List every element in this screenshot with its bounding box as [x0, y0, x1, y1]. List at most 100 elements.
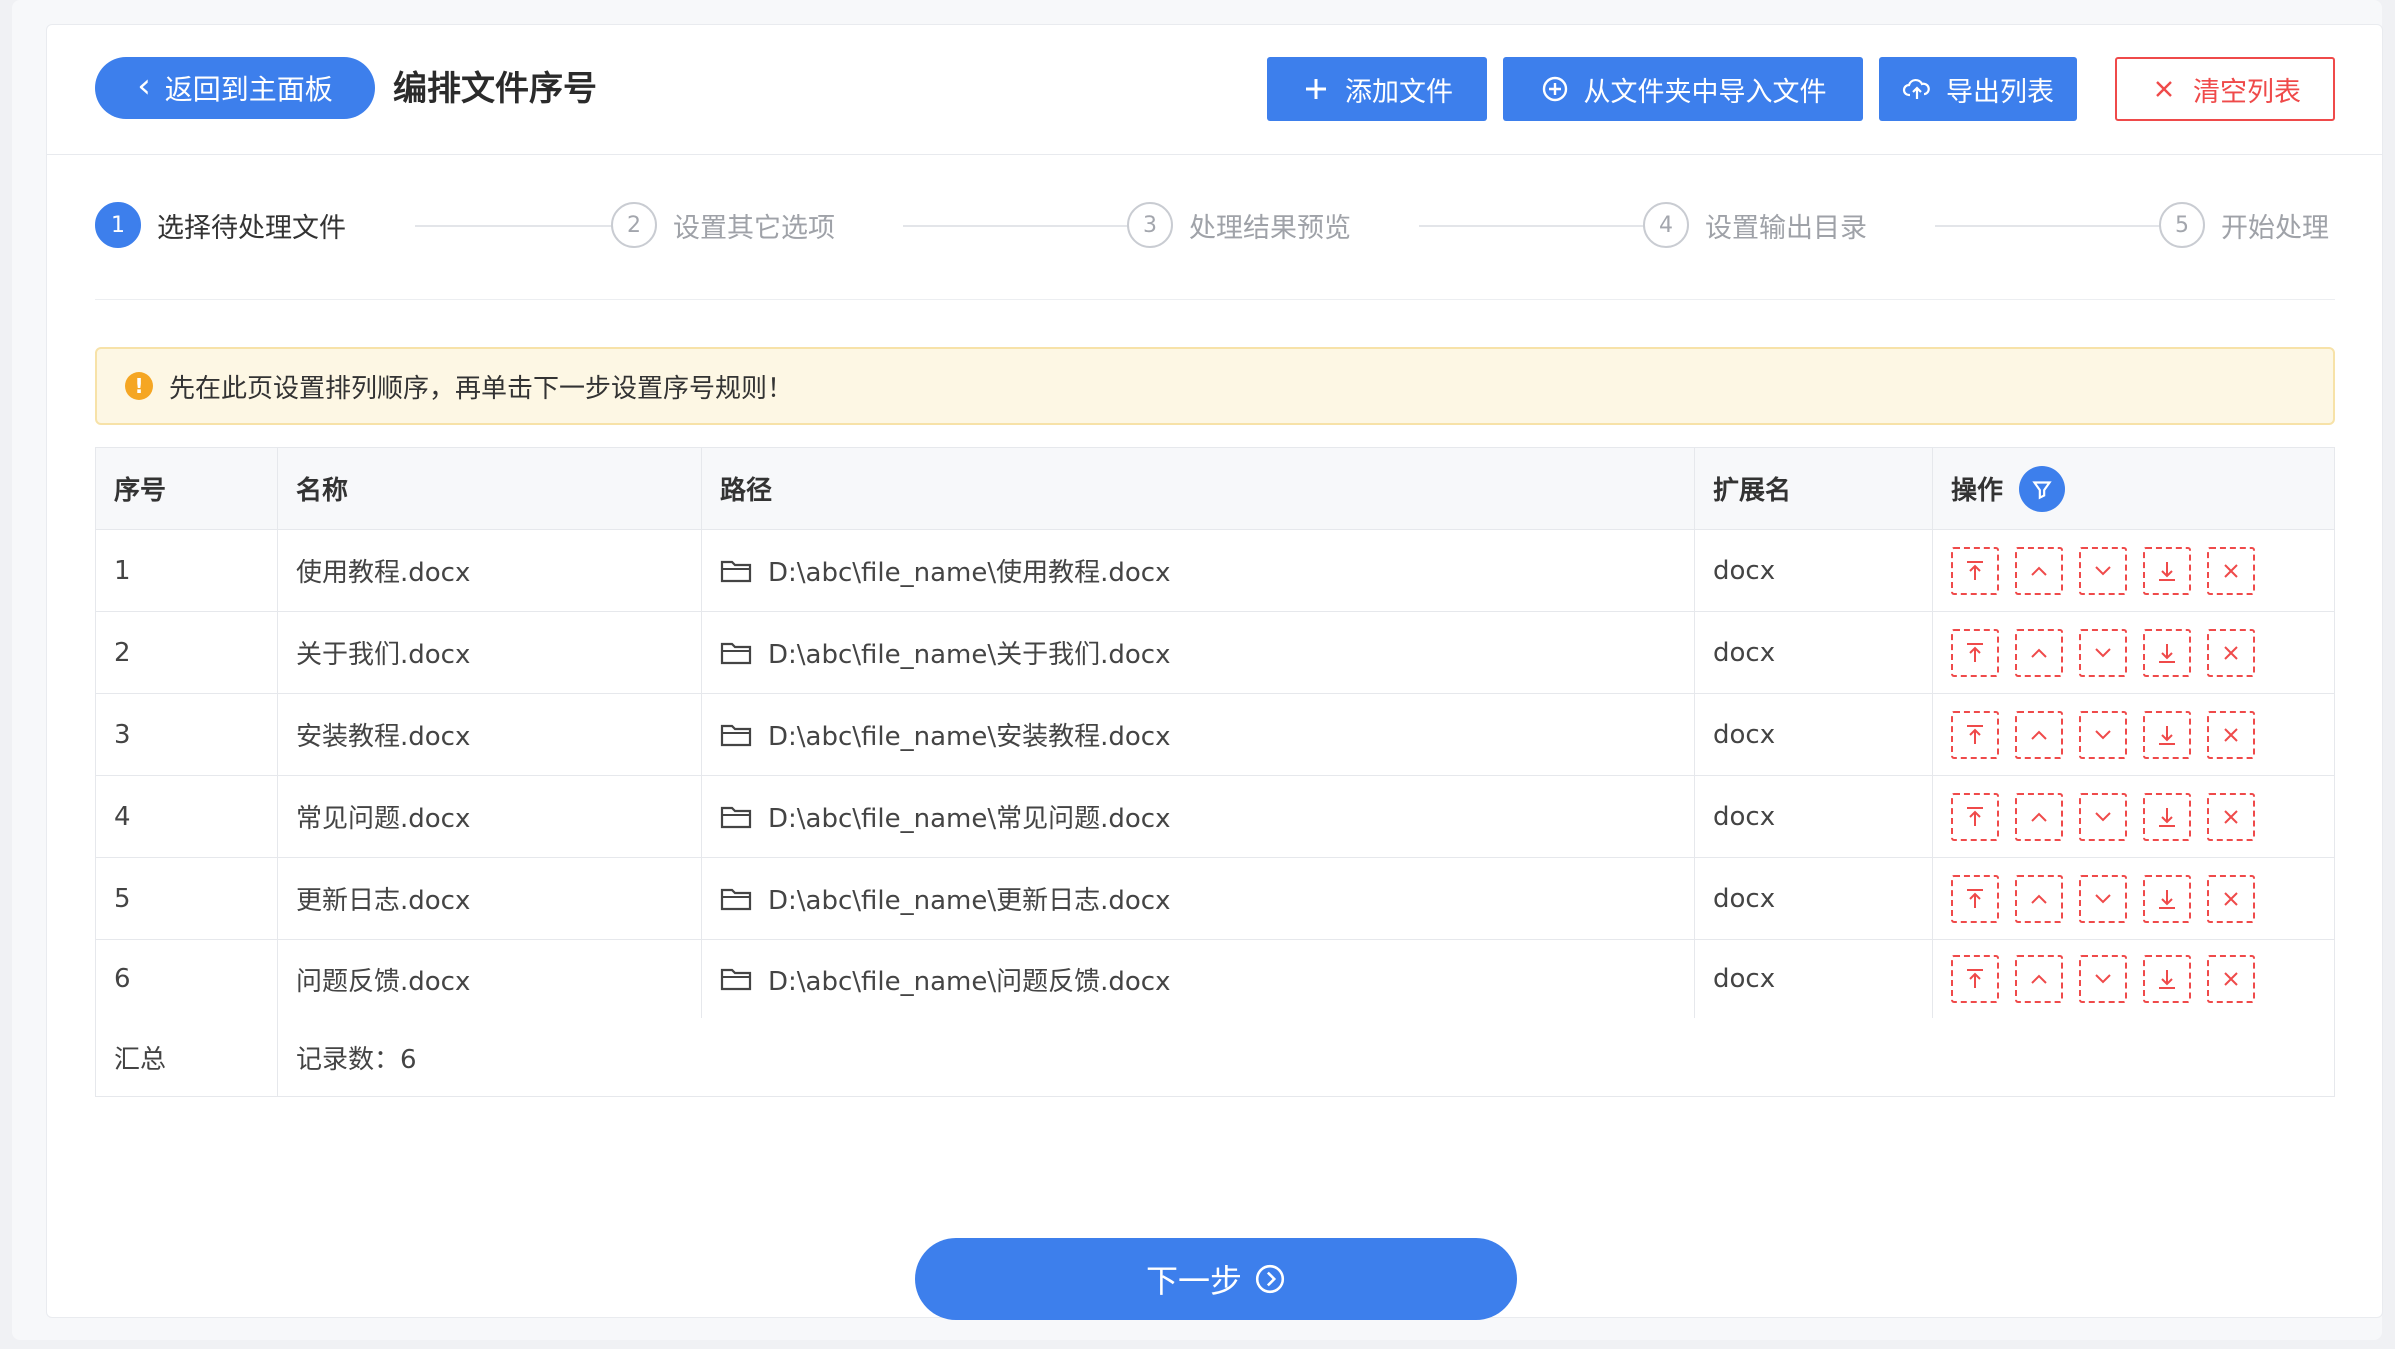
- warning-icon: !: [125, 372, 153, 400]
- cloud-upload-icon: [1902, 78, 1930, 99]
- file-table: 序号 名称 路径 扩展名 操作 1 使用教程.docx D:\abc\file_…: [95, 447, 2335, 1097]
- move-top-icon: [1967, 724, 1983, 744]
- row-operations: [1933, 858, 2334, 939]
- move-up-icon: [2031, 894, 2047, 904]
- table-row[interactable]: 3 安装教程.docx D:\abc\file_name\安装教程.docx d…: [96, 694, 2334, 776]
- row-path-cell: D:\abc\file_name\安装教程.docx: [702, 694, 1695, 775]
- move-top-button[interactable]: [1951, 628, 1999, 677]
- chevron-left-icon: ‹: [137, 66, 151, 106]
- row-extension: docx: [1695, 530, 1933, 611]
- move-down-button[interactable]: [2079, 955, 2127, 1003]
- move-up-icon: [2031, 730, 2047, 740]
- table-row[interactable]: 6 问题反馈.docx D:\abc\file_name\问题反馈.docx d…: [96, 940, 2334, 1018]
- delete-button[interactable]: [2207, 546, 2255, 595]
- main-card: ‹ 返回到主面板 编排文件序号 添加文件 从文件夹中导入文件 导出列表 清空列表…: [46, 24, 2383, 1320]
- move-down-button[interactable]: [2079, 710, 2127, 759]
- table-row[interactable]: 2 关于我们.docx D:\abc\file_name\关于我们.docx d…: [96, 612, 2334, 694]
- row-path: D:\abc\file_name\关于我们.docx: [768, 640, 1171, 670]
- move-up-icon: [2031, 648, 2047, 658]
- row-path-cell: D:\abc\file_name\使用教程.docx: [702, 530, 1695, 611]
- import-folder-button[interactable]: 从文件夹中导入文件: [1503, 57, 1863, 121]
- move-top-icon: [1967, 888, 1983, 908]
- folder-icon: [720, 968, 752, 991]
- move-down-icon: [2095, 974, 2111, 984]
- step-label: 处理结果预览: [1189, 212, 1351, 244]
- row-operations: [1933, 694, 2334, 775]
- header-extension: 扩展名: [1695, 448, 1933, 529]
- delete-icon: [2224, 563, 2238, 578]
- add-file-button[interactable]: 添加文件: [1267, 57, 1487, 121]
- move-top-icon: [1967, 969, 1983, 988]
- move-down-button[interactable]: [2079, 874, 2127, 923]
- back-to-dashboard-button[interactable]: ‹ 返回到主面板: [95, 57, 375, 119]
- delete-button[interactable]: [2207, 874, 2255, 923]
- move-bottom-button[interactable]: [2143, 546, 2191, 595]
- operation-buttons: [1951, 792, 2255, 841]
- move-top-icon: [1967, 560, 1983, 580]
- move-up-button[interactable]: [2015, 792, 2063, 841]
- move-bottom-icon: [2159, 889, 2175, 909]
- move-top-button[interactable]: [1951, 874, 1999, 923]
- move-top-icon: [1967, 642, 1983, 662]
- folder-icon: [720, 560, 752, 582]
- step-number: 2: [611, 202, 657, 248]
- step-number: 5: [2159, 202, 2205, 248]
- clear-list-button[interactable]: 清空列表: [2115, 57, 2335, 121]
- step-connector: [1935, 225, 2170, 227]
- move-down-button[interactable]: [2079, 792, 2127, 841]
- step-number: 3: [1127, 202, 1173, 248]
- operation-buttons: [1951, 628, 2255, 677]
- move-bottom-button[interactable]: [2143, 628, 2191, 677]
- move-bottom-button[interactable]: [2143, 955, 2191, 1003]
- move-down-button[interactable]: [2079, 628, 2127, 677]
- move-up-button[interactable]: [2015, 710, 2063, 759]
- move-up-button[interactable]: [2015, 955, 2063, 1003]
- delete-button[interactable]: [2207, 792, 2255, 841]
- move-top-button[interactable]: [1951, 710, 1999, 759]
- move-bottom-button[interactable]: [2143, 792, 2191, 841]
- folder-icon: [720, 724, 752, 746]
- filter-icon[interactable]: [2019, 465, 2066, 512]
- step-connector: [903, 225, 1138, 227]
- step-2: 2 设置其它选项: [611, 200, 835, 250]
- move-up-button[interactable]: [2015, 546, 2063, 595]
- move-bottom-icon: [2159, 807, 2175, 827]
- move-top-button[interactable]: [1951, 792, 1999, 841]
- move-bottom-button[interactable]: [2143, 710, 2191, 759]
- table-row[interactable]: 1 使用教程.docx D:\abc\file_name\使用教程.docx d…: [96, 530, 2334, 612]
- move-down-icon: [2095, 729, 2111, 739]
- move-bottom-button[interactable]: [2143, 874, 2191, 923]
- move-down-button[interactable]: [2079, 546, 2127, 595]
- step-label: 开始处理: [2221, 212, 2329, 244]
- row-index: 1: [96, 530, 278, 611]
- row-index: 3: [96, 694, 278, 775]
- table-row[interactable]: 5 更新日志.docx D:\abc\file_name\更新日志.docx d…: [96, 858, 2334, 940]
- row-extension: docx: [1695, 694, 1933, 775]
- app-background: ‹ 返回到主面板 编排文件序号 添加文件 从文件夹中导入文件 导出列表 清空列表…: [12, 0, 2383, 1340]
- delete-button[interactable]: [2207, 628, 2255, 677]
- move-up-button[interactable]: [2015, 628, 2063, 677]
- header-operations: 操作: [1933, 448, 2334, 529]
- move-bottom-icon: [2159, 561, 2175, 581]
- arrow-right-circle-icon: [1255, 1264, 1285, 1294]
- move-top-button[interactable]: [1951, 955, 1999, 1003]
- move-bottom-icon: [2159, 643, 2175, 663]
- alert-text: 先在此页设置排列顺序，再单击下一步设置序号规则！: [169, 373, 794, 404]
- folder-icon: [720, 642, 752, 664]
- move-up-button[interactable]: [2015, 874, 2063, 923]
- move-top-button[interactable]: [1951, 546, 1999, 595]
- import-folder-label: 从文件夹中导入文件: [1583, 76, 1827, 108]
- step-5: 5 开始处理: [2159, 200, 2329, 250]
- export-list-button[interactable]: 导出列表: [1879, 57, 2077, 121]
- move-top-icon: [1967, 806, 1983, 826]
- header-operations-label: 操作: [1951, 476, 2004, 506]
- move-down-icon: [2095, 811, 2111, 821]
- step-label: 设置输出目录: [1705, 212, 1867, 244]
- table-row[interactable]: 4 常见问题.docx D:\abc\file_name\常见问题.docx d…: [96, 776, 2334, 858]
- delete-button[interactable]: [2207, 710, 2255, 759]
- header-index: 序号: [96, 448, 278, 529]
- info-alert: ! 先在此页设置排列顺序，再单击下一步设置序号规则！: [95, 347, 2335, 425]
- delete-button[interactable]: [2207, 955, 2255, 1003]
- step-number: 1: [95, 202, 141, 248]
- next-step-button[interactable]: 下一步: [915, 1238, 1517, 1320]
